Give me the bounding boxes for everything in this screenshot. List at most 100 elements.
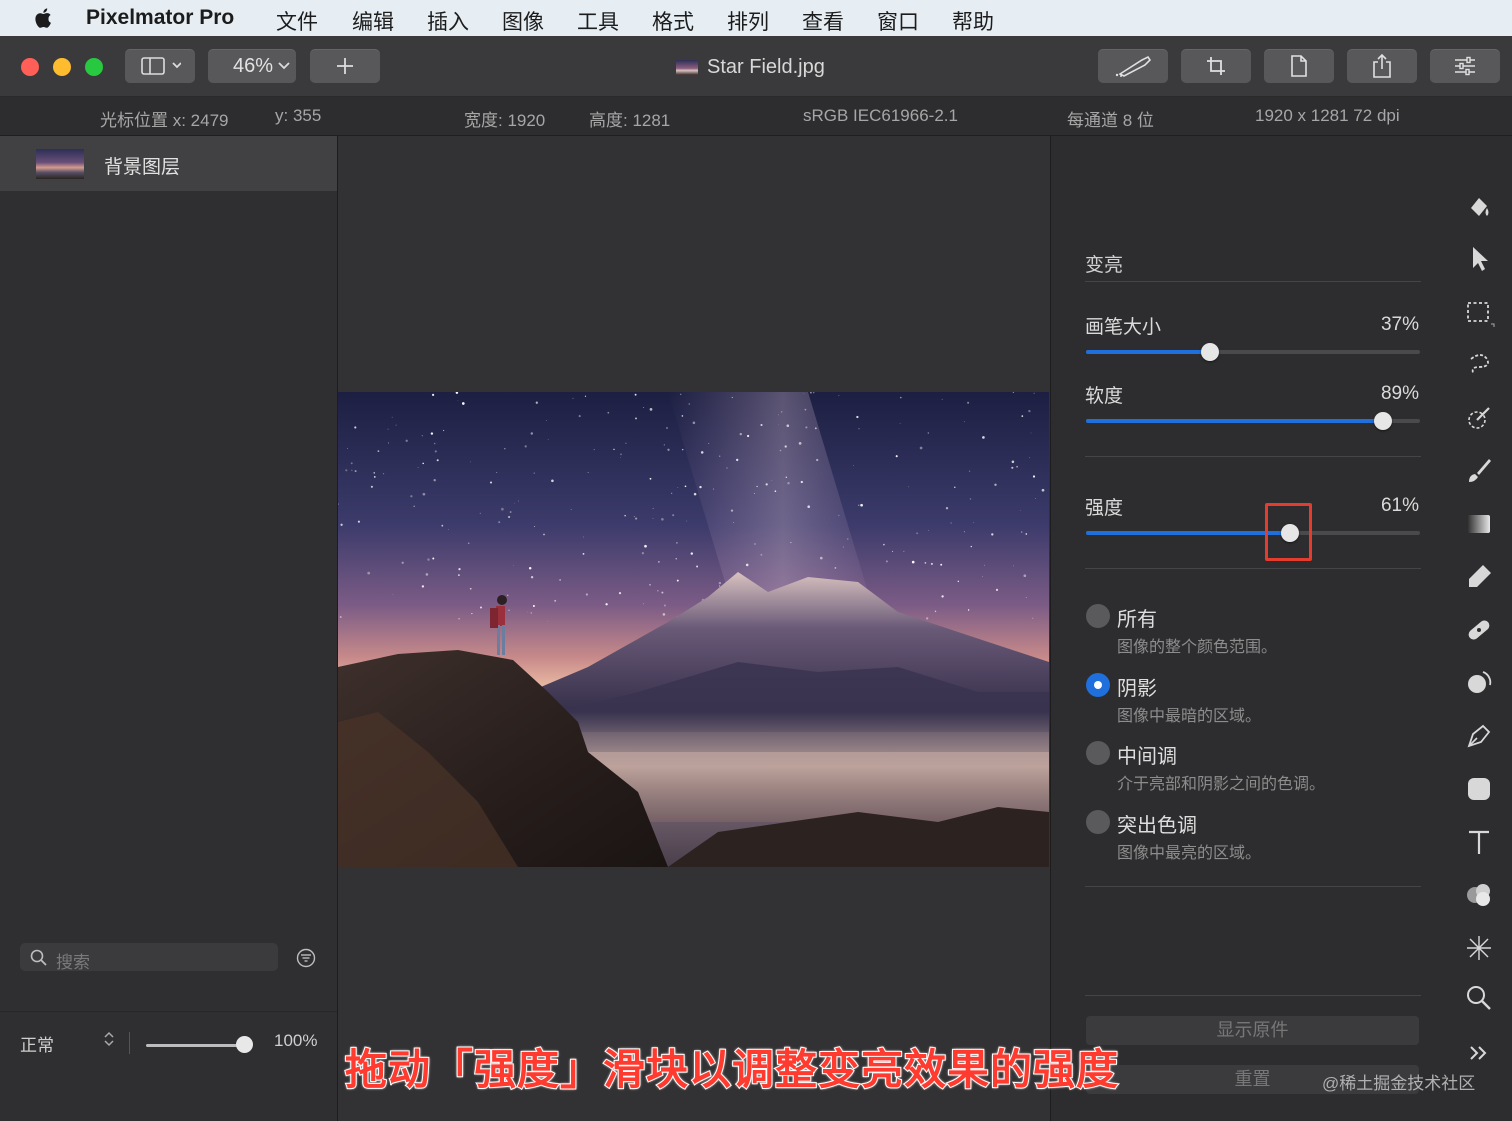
color-adjust-icon[interactable] bbox=[1463, 879, 1495, 911]
share-button[interactable] bbox=[1347, 49, 1417, 83]
more-icon[interactable] bbox=[1463, 1037, 1495, 1069]
star-dot bbox=[940, 563, 943, 566]
menu-insert[interactable]: 插入 bbox=[427, 6, 469, 36]
star-dot bbox=[509, 511, 512, 513]
strength-label: 强度 bbox=[1085, 498, 1124, 519]
star-dot bbox=[443, 429, 445, 432]
star-dot bbox=[634, 393, 637, 396]
menu-window[interactable]: 窗口 bbox=[877, 6, 919, 36]
paintbrush-icon[interactable] bbox=[1463, 455, 1495, 487]
star-dot bbox=[528, 567, 532, 570]
star-dot bbox=[1021, 531, 1023, 533]
star-dot bbox=[534, 526, 535, 528]
show-original-button[interactable]: 显示原件 bbox=[1086, 1016, 1419, 1045]
range-all-title[interactable]: 所有 bbox=[1117, 603, 1157, 632]
zoom-dropdown[interactable]: 46% bbox=[208, 49, 296, 83]
zoom-window-button[interactable] bbox=[85, 58, 103, 76]
star-dot bbox=[524, 445, 527, 448]
star-dot bbox=[911, 560, 915, 564]
menu-help[interactable]: 帮助 bbox=[952, 6, 994, 36]
star-dot bbox=[1011, 460, 1015, 464]
star-dot bbox=[1023, 574, 1027, 578]
add-button[interactable] bbox=[310, 49, 380, 83]
effects-icon[interactable] bbox=[1463, 932, 1495, 964]
star-dot bbox=[858, 504, 860, 506]
star-dot bbox=[708, 442, 710, 444]
range-radio-all[interactable] bbox=[1086, 604, 1110, 628]
plus-icon bbox=[337, 58, 353, 74]
menu-view[interactable]: 查看 bbox=[802, 6, 844, 36]
star-dot bbox=[605, 603, 608, 606]
brush-size-slider-knob[interactable] bbox=[1200, 343, 1219, 361]
eraser-icon[interactable] bbox=[1463, 561, 1495, 593]
softness-slider-knob[interactable] bbox=[1374, 412, 1393, 430]
star-dot bbox=[641, 552, 645, 555]
star-dot bbox=[967, 401, 970, 404]
tool-name: 变亮 bbox=[1085, 255, 1124, 276]
menu-edit[interactable]: 编辑 bbox=[352, 6, 394, 36]
strength-slider-fill bbox=[1086, 531, 1290, 535]
lasso-icon[interactable] bbox=[1463, 349, 1495, 381]
range-radio-highlights[interactable] bbox=[1086, 810, 1110, 834]
strength-slider[interactable] bbox=[1086, 524, 1420, 542]
star-dot bbox=[784, 445, 787, 448]
zoom-icon[interactable] bbox=[1463, 982, 1495, 1014]
fill-icon[interactable] bbox=[1463, 190, 1495, 222]
app-menu[interactable]: Pixelmator Pro bbox=[86, 6, 234, 30]
softness-slider[interactable] bbox=[1086, 412, 1420, 430]
adjustments-button[interactable] bbox=[1430, 49, 1500, 83]
range-midtones-desc: 介于亮部和阴影之间的色调。 bbox=[1117, 776, 1326, 793]
star-dot bbox=[470, 461, 471, 463]
layer-name: 背景图层 bbox=[104, 157, 181, 178]
rect-select-icon[interactable] bbox=[1463, 296, 1495, 328]
paint-tools-button[interactable] bbox=[1098, 49, 1168, 83]
star-dot bbox=[807, 505, 810, 508]
star-dot bbox=[688, 403, 690, 405]
gradient-icon[interactable] bbox=[1463, 508, 1495, 540]
close-window-button[interactable] bbox=[21, 58, 39, 76]
brush-size-slider[interactable] bbox=[1086, 343, 1420, 361]
apple-logo-icon[interactable] bbox=[32, 6, 56, 30]
bandage-icon[interactable] bbox=[1463, 614, 1495, 646]
clone-icon[interactable] bbox=[1463, 667, 1495, 699]
star-dot bbox=[530, 576, 534, 579]
star-dot bbox=[858, 428, 860, 430]
menu-tools[interactable]: 工具 bbox=[577, 6, 619, 36]
star-dot bbox=[802, 393, 804, 395]
format-button[interactable] bbox=[1264, 49, 1334, 83]
opacity-slider-knob[interactable] bbox=[236, 1036, 253, 1053]
star-field-photo[interactable] bbox=[338, 392, 1049, 867]
sidebar-toggle-button[interactable] bbox=[125, 49, 195, 83]
star-dot bbox=[1035, 497, 1036, 499]
star-dot bbox=[814, 427, 817, 430]
menu-format[interactable]: 格式 bbox=[652, 6, 694, 36]
star-dot bbox=[760, 423, 763, 427]
menu-file[interactable]: 文件 bbox=[276, 6, 318, 36]
range-highlights-title[interactable]: 突出色调 bbox=[1117, 809, 1197, 838]
star-dot bbox=[584, 395, 587, 397]
crop-button[interactable] bbox=[1181, 49, 1251, 83]
range-radio-midtones[interactable] bbox=[1086, 741, 1110, 765]
magic-wand-icon[interactable] bbox=[1463, 402, 1495, 434]
shape-icon[interactable] bbox=[1463, 773, 1495, 805]
star-dot bbox=[351, 469, 353, 471]
star-dot bbox=[354, 470, 357, 473]
range-shadows-title[interactable]: 阴影 bbox=[1117, 672, 1157, 701]
minimize-window-button[interactable] bbox=[53, 58, 71, 76]
star-dot bbox=[496, 471, 498, 474]
layer-row[interactable]: 背景图层 bbox=[0, 136, 337, 191]
pen-icon[interactable] bbox=[1463, 720, 1495, 752]
range-radio-shadows[interactable] bbox=[1086, 673, 1110, 697]
up-down-chevron-icon[interactable] bbox=[103, 1030, 115, 1048]
menu-image[interactable]: 图像 bbox=[502, 6, 544, 36]
star-dot bbox=[941, 595, 944, 598]
menu-arrange[interactable]: 排列 bbox=[727, 6, 769, 36]
text-icon[interactable] bbox=[1463, 826, 1495, 858]
document-icon bbox=[1291, 55, 1307, 77]
star-dot bbox=[963, 531, 965, 533]
arrow-icon[interactable] bbox=[1463, 243, 1495, 275]
blend-mode-select[interactable]: 正常 bbox=[20, 1031, 54, 1056]
filter-icon[interactable] bbox=[296, 948, 316, 968]
range-midtones-title[interactable]: 中间调 bbox=[1117, 740, 1177, 769]
opacity-slider-track[interactable] bbox=[146, 1044, 246, 1047]
